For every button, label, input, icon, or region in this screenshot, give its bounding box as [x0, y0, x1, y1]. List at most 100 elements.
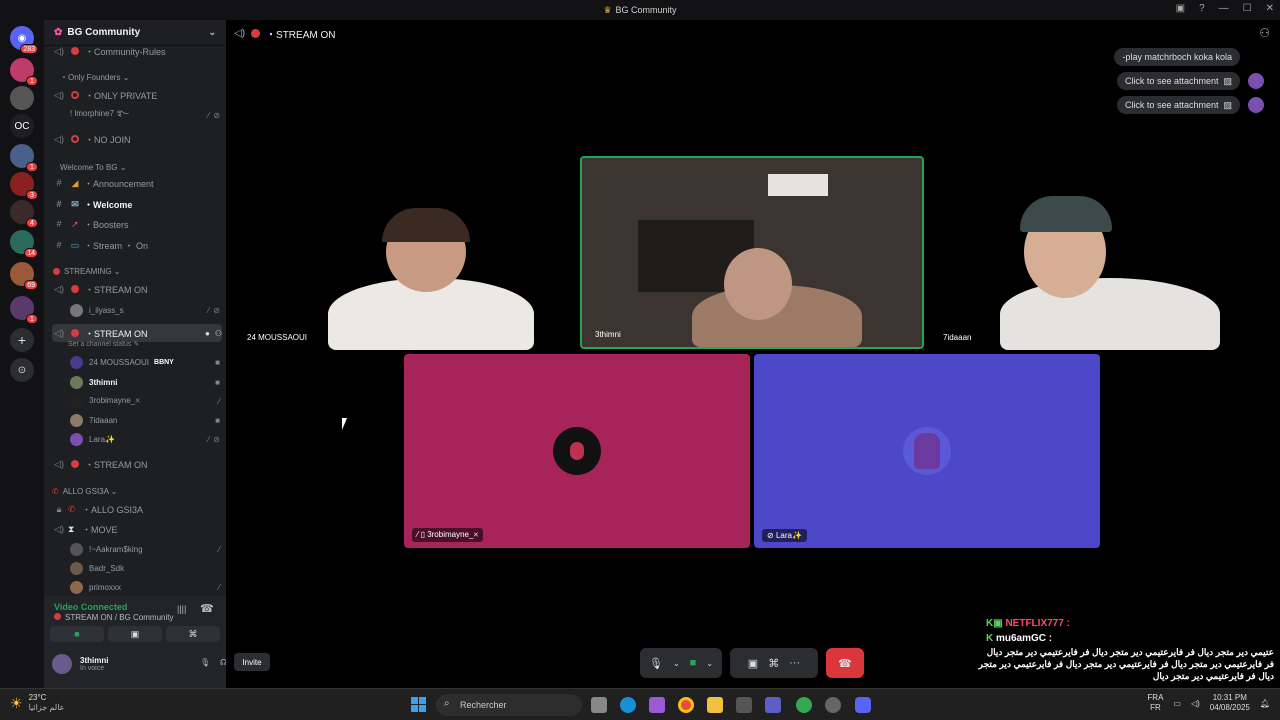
channel-stream-on-1[interactable]: ◁) ・STREAM ON: [52, 280, 222, 298]
video-tile-24-moussaoui[interactable]: 24 MOUSSAOUI: [234, 156, 578, 350]
chevron-down-icon[interactable]: ⌄: [673, 659, 680, 668]
chat-message[interactable]: Click to see attachment ▨: [1116, 96, 1240, 114]
voice-location[interactable]: STREAM ON / BG Community: [54, 613, 173, 622]
screen-share-icon[interactable]: ▣: [748, 657, 758, 670]
volume-icon[interactable]: ◁): [1191, 699, 1200, 708]
store-icon[interactable]: [736, 697, 752, 713]
maximize-icon[interactable]: ☐: [1243, 3, 1252, 14]
more-icon[interactable]: ···: [789, 657, 800, 669]
camera-icon[interactable]: ■: [690, 657, 697, 669]
video-tile-3robimayne[interactable]: ⁄ ▯ 3robimayne_🞪: [404, 354, 750, 548]
microphone-icon[interactable]: 🎙︎: [649, 657, 663, 670]
chat-icon[interactable]: ●: [205, 329, 210, 338]
channel-no-join[interactable]: ◁) ・NO JOIN: [52, 130, 222, 148]
image-icon: ▨: [1223, 99, 1232, 110]
close-icon[interactable]: ✕: [1266, 3, 1274, 14]
network-icon[interactable]: ▭: [1173, 699, 1181, 708]
app-icon[interactable]: [825, 697, 841, 713]
teams-icon[interactable]: [765, 697, 781, 713]
language-indicator[interactable]: FRA FR: [1147, 693, 1163, 713]
voice-user[interactable]: ! lmorphine7 ࿐ ⁄ ⊘: [70, 106, 220, 124]
channel-stream-on-text[interactable]: # ▭ ・Stream ・ On: [52, 236, 222, 254]
guild-item[interactable]: 4: [10, 200, 38, 228]
copilot-icon[interactable]: [649, 697, 665, 713]
add-server-icon[interactable]: +: [10, 328, 34, 352]
guild-item[interactable]: 1: [10, 296, 38, 324]
discover-icon[interactable]: ⊙: [10, 358, 34, 382]
channel-allo-gsi3a[interactable]: 🔒︎ ✆ ・ALLO GSI3A: [52, 500, 222, 518]
window-title: BG Community: [615, 5, 677, 15]
add-user-icon[interactable]: ⚇: [215, 329, 222, 338]
members-icon[interactable]: ⚇: [1259, 26, 1270, 40]
file-explorer-icon[interactable]: [707, 697, 723, 713]
guild-item[interactable]: 1: [10, 58, 38, 86]
voice-user[interactable]: 24 MOUSSAOUI BBNY ■: [70, 353, 220, 371]
voice-user[interactable]: primoxxx ⁄: [70, 578, 220, 596]
channel-boosters[interactable]: # ➚ ・Boosters: [52, 215, 222, 233]
signal-icon[interactable]: ||||: [177, 604, 186, 614]
video-tile-lara[interactable]: ⊘ Lara✨: [754, 354, 1100, 548]
activity-button[interactable]: ⌘: [166, 626, 220, 642]
notification-icon[interactable]: 🔔︎: [1260, 699, 1270, 708]
category-only-founders[interactable]: ・Only Founders ⌄: [52, 68, 222, 86]
voice-user[interactable]: i_ilyass_s ⁄ ⊘: [70, 301, 220, 319]
microphone-icon[interactable]: 🎙︎: [200, 658, 210, 667]
category-allo-gsi3a[interactable]: ✆ ALLO GSI3A ⌄: [52, 482, 222, 500]
channel-status-hint[interactable]: Set a channel status ✎: [68, 338, 218, 350]
invite-button[interactable]: Invite: [234, 653, 270, 671]
inbox-icon[interactable]: ▣: [1176, 3, 1185, 14]
guild-item[interactable]: [10, 86, 34, 110]
channel-move[interactable]: ◁) ⧗ ・MOVE: [52, 520, 222, 538]
discord-icon[interactable]: [855, 697, 871, 713]
channel-announcement[interactable]: # ◢ ・Announcement: [52, 174, 222, 192]
avatar: [903, 427, 951, 475]
guild-item[interactable]: 3: [10, 172, 38, 200]
chrome-icon[interactable]: [796, 697, 812, 713]
chat-message[interactable]: -play matchrboch koka kola: [1114, 48, 1240, 66]
server-header[interactable]: ✿ BG Community ⌄: [44, 20, 226, 46]
guild-item[interactable]: 14: [10, 230, 38, 258]
clock-date: 04/08/2025: [1209, 703, 1250, 712]
channel-only-private[interactable]: ◁) ・ONLY PRIVATE: [52, 86, 222, 104]
guild-item[interactable]: 69: [10, 262, 38, 290]
clock[interactable]: 10:31 PM 04/08/2025: [1210, 693, 1250, 713]
weather-widget[interactable]: ☀ 23°C عالم جزائيا: [10, 693, 64, 713]
home-button[interactable]: ◉ 283: [10, 26, 38, 54]
start-icon[interactable]: [411, 697, 427, 713]
video-tile-3thimni[interactable]: 3thimni: [580, 156, 924, 349]
disconnect-button[interactable]: ☎: [826, 648, 864, 678]
video-tile-7idaaan[interactable]: 7idaaan: [930, 156, 1274, 350]
voice-user[interactable]: Badr_Sdk: [70, 559, 220, 577]
voice-user[interactable]: !~Aakram$king ⁄: [70, 540, 220, 558]
hourglass-icon: ⧗: [68, 523, 75, 534]
voice-user[interactable]: Lara✨ ⁄ ⊘: [70, 430, 220, 448]
disconnect-icon[interactable]: ☎: [200, 602, 214, 615]
channel-welcome[interactable]: # ✉ ・Welcome: [52, 195, 222, 213]
participant-body: [1000, 278, 1220, 350]
camera-button[interactable]: ■: [50, 626, 104, 642]
help-icon[interactable]: ?: [1199, 3, 1205, 14]
minimize-icon[interactable]: —: [1219, 3, 1229, 14]
voice-user[interactable]: 3thimni ■: [70, 373, 220, 391]
avatar: [52, 654, 72, 674]
category-streaming[interactable]: STREAMING ⌄: [52, 262, 222, 280]
screen-share-button[interactable]: ▣: [108, 626, 162, 642]
avatar: [70, 542, 83, 556]
guild-item[interactable]: 1: [10, 144, 38, 172]
task-view-icon[interactable]: [591, 697, 607, 713]
chevron-down-icon[interactable]: ⌄: [706, 659, 713, 668]
voice-user[interactable]: 3robimayne_🞪 ⁄: [70, 392, 220, 410]
voice-user[interactable]: 7idaaan ■: [70, 411, 220, 429]
channel-label: ・Boosters: [84, 219, 129, 230]
mic-control[interactable]: 🎙︎ ⌄ ■ ⌄: [640, 648, 722, 678]
edge-icon[interactable]: [620, 697, 636, 713]
gamepad-icon[interactable]: ⌘: [768, 657, 779, 670]
user-tag: BBNY: [154, 358, 174, 366]
channel-community-rules[interactable]: ◁) ・Community-Rules: [52, 46, 222, 60]
channel-stream-on-3[interactable]: ◁) ・STREAM ON: [52, 455, 222, 473]
user-panel[interactable]: 3thimni In voice 🎙︎ ☊ ⚙: [52, 652, 253, 676]
guild-item[interactable]: OC: [10, 114, 34, 138]
chat-message[interactable]: Click to see attachment ▨: [1116, 72, 1240, 90]
chrome-icon[interactable]: [678, 697, 694, 713]
search-input[interactable]: ⌕ Rechercher: [436, 694, 582, 716]
